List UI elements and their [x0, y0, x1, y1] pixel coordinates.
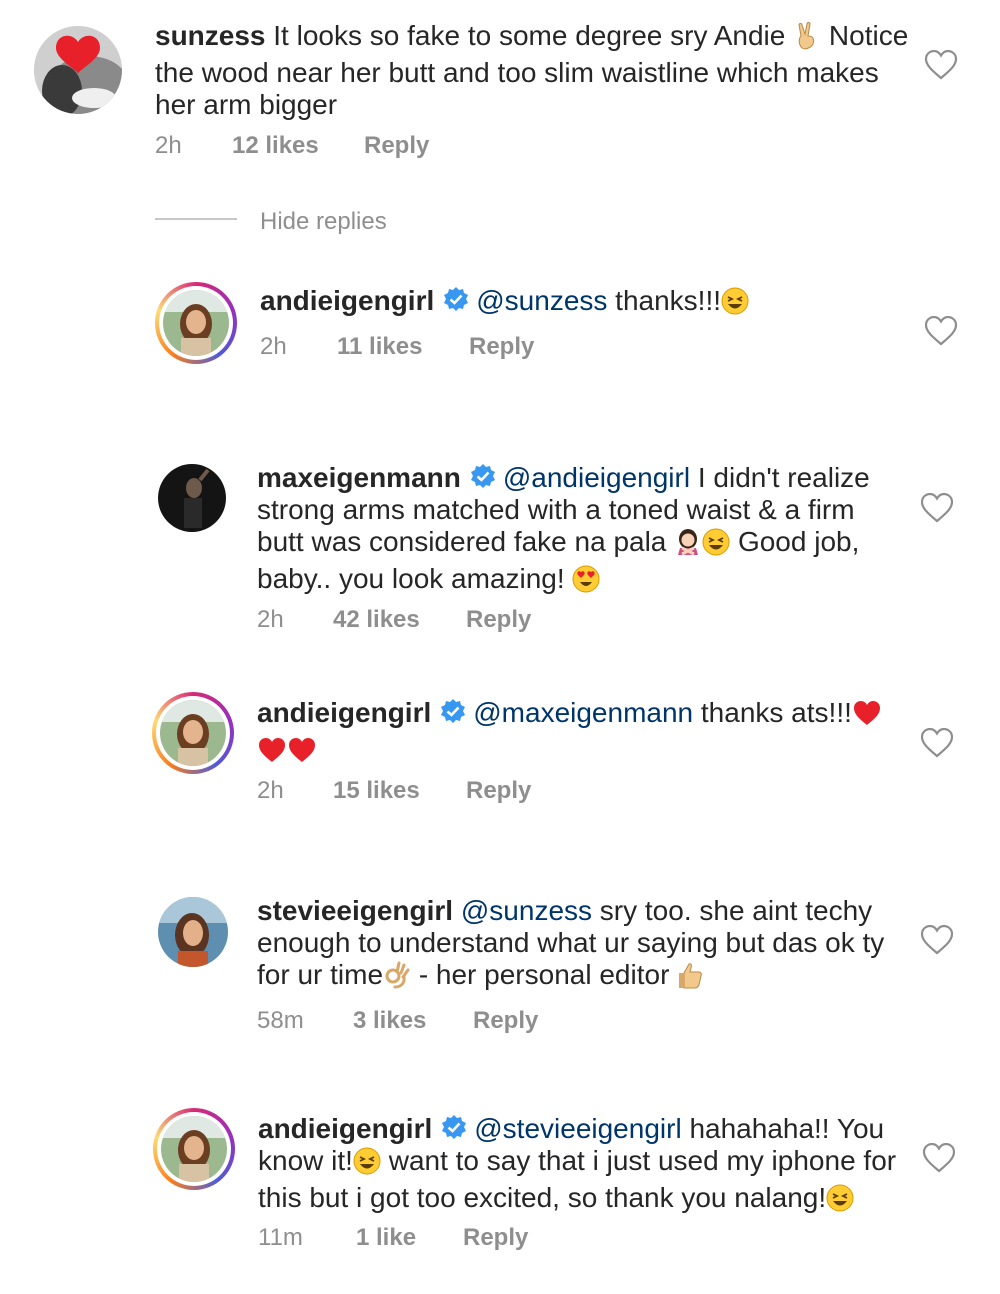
heart-outline-icon[interactable] — [922, 1143, 956, 1173]
comment-text: enough to understand what ur saying but … — [257, 927, 885, 958]
reply-button[interactable]: Reply — [473, 1007, 538, 1035]
laughing-emoji-icon — [826, 1184, 854, 1219]
heart-eyes-emoji-icon — [572, 565, 600, 600]
verified-badge-icon — [444, 287, 469, 311]
comment-text: - her personal editor — [418, 959, 670, 990]
comment-time: 2h — [257, 606, 284, 633]
comment-text: for ur time — [257, 959, 384, 990]
heart-outline-icon[interactable] — [920, 728, 954, 758]
avatar[interactable] — [34, 26, 122, 114]
likes-count[interactable]: 1 like — [356, 1224, 416, 1252]
heart-outline-icon[interactable] — [920, 925, 954, 955]
heart-outline-icon[interactable] — [920, 493, 954, 523]
mention-link[interactable]: @sunzess — [476, 285, 607, 316]
comment-text: the wood near her butt and too slim wais… — [155, 57, 879, 88]
comment-text: Good job, — [737, 526, 860, 557]
reply-button[interactable]: Reply — [469, 333, 534, 361]
hide-replies-button[interactable]: Hide replies — [260, 208, 387, 236]
avatar[interactable] — [160, 700, 226, 766]
likes-count[interactable]: 3 likes — [353, 1007, 426, 1035]
laughing-emoji-icon — [702, 528, 730, 563]
red-heart-emoji-icon — [257, 736, 287, 771]
avatar[interactable] — [163, 290, 229, 356]
comment-text: strong arms matched with a toned waist &… — [257, 494, 855, 525]
comment-username[interactable]: andieigengirl — [258, 1113, 432, 1144]
comment-username[interactable]: maxeigenmann — [257, 462, 461, 493]
hide-replies-divider — [155, 218, 237, 220]
avatar[interactable] — [161, 1116, 227, 1182]
comment-time: 2h — [260, 333, 287, 360]
comment-time: 11m — [258, 1224, 303, 1251]
comment-text: her arm bigger — [155, 89, 338, 120]
likes-count[interactable]: 12 likes — [232, 132, 319, 160]
comment-text: know it! — [258, 1145, 353, 1176]
red-heart-emoji-icon — [287, 736, 317, 771]
victory-hand-emoji-icon — [793, 22, 821, 57]
mention-link[interactable]: @sunzess — [461, 895, 592, 926]
verified-badge-icon — [470, 464, 495, 488]
reply-button[interactable]: Reply — [466, 606, 531, 634]
reply-button[interactable]: Reply — [466, 777, 531, 805]
woman-gesturing-no-emoji-icon — [674, 528, 702, 563]
verified-badge-icon — [442, 1115, 467, 1139]
laughing-emoji-icon — [721, 287, 749, 322]
comment-text: baby.. you look amazing! — [257, 563, 565, 594]
red-heart-emoji-icon — [852, 699, 882, 734]
reply-button[interactable]: Reply — [463, 1224, 528, 1252]
comment-username[interactable]: sunzess — [155, 20, 266, 51]
likes-count[interactable]: 42 likes — [333, 606, 420, 634]
ok-hand-emoji-icon — [383, 961, 411, 996]
comment-text: Notice — [828, 20, 909, 51]
comment-text: It looks so fake to some degree sry Andi… — [273, 20, 786, 51]
comment-time: 58m — [257, 1007, 304, 1034]
heart-outline-icon[interactable] — [924, 50, 958, 80]
comment-username[interactable]: andieigengirl — [257, 697, 431, 728]
comment-time: 2h — [155, 132, 182, 159]
comment-username[interactable]: stevieeigengirl — [257, 895, 453, 926]
thumbs-up-emoji-icon — [677, 961, 705, 996]
likes-count[interactable]: 11 likes — [337, 333, 422, 361]
comment-username[interactable]: andieigengirl — [260, 285, 434, 316]
comment-text: want to say that i just used my iphone f… — [388, 1145, 897, 1176]
heart-outline-icon[interactable] — [924, 316, 958, 346]
reply-button[interactable]: Reply — [364, 132, 429, 160]
mention-link[interactable]: @stevieeigengirl — [474, 1113, 681, 1144]
mention-link[interactable]: @maxeigenmann — [473, 697, 693, 728]
avatar[interactable] — [158, 897, 228, 967]
mention-link[interactable]: @andieigengirl — [503, 462, 690, 493]
comment-text: sry too. she aint techy — [599, 895, 873, 926]
comment-text: butt was considered fake na pala — [257, 526, 667, 557]
likes-count[interactable]: 15 likes — [333, 777, 420, 805]
comment-text: this but i got too excited, so thank you… — [258, 1182, 827, 1213]
comment-text: thanks!!! — [615, 285, 722, 316]
avatar[interactable] — [158, 464, 226, 532]
comment-time: 2h — [257, 777, 284, 804]
comment-text: hahahaha!! You — [689, 1113, 885, 1144]
laughing-emoji-icon — [353, 1147, 381, 1182]
comment-text: thanks ats!!! — [700, 697, 852, 728]
comment-text: I didn't realize — [697, 462, 870, 493]
verified-badge-icon — [441, 699, 466, 723]
